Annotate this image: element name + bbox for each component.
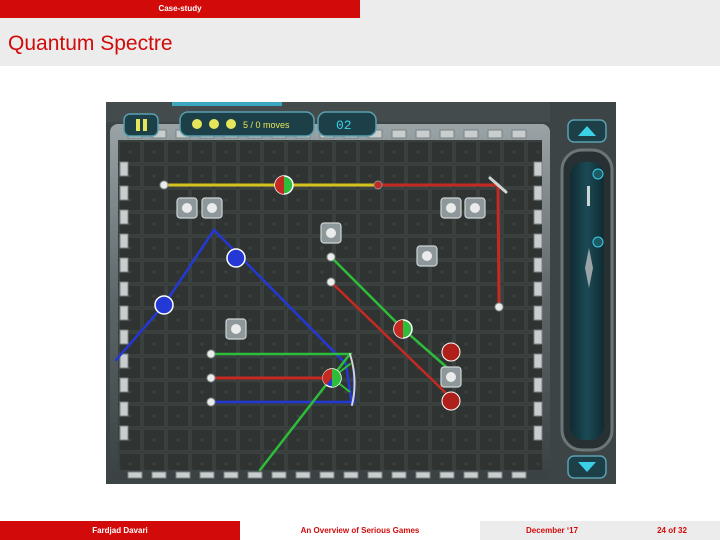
footer-title: An Overview of Serious Games xyxy=(240,521,480,540)
quantum-spectre-game: 5 / 0 moves 02 xyxy=(106,102,616,484)
scroll-up-button[interactable] xyxy=(567,119,607,143)
footer-date: December ‘17 xyxy=(480,521,624,540)
hud-accent xyxy=(172,102,282,106)
star-icon xyxy=(209,119,219,129)
star-icon xyxy=(226,119,236,129)
frame-title: Quantum Spectre xyxy=(8,32,173,55)
puzzle-board xyxy=(118,140,542,470)
moves-panel: 5 / 0 moves xyxy=(179,111,315,137)
level-counter-panel: 02 xyxy=(317,111,377,137)
navigation-bar-right xyxy=(360,0,720,18)
top-navigation-bar: Case-study xyxy=(0,0,720,18)
star-icon xyxy=(192,119,202,129)
pause-icon xyxy=(136,119,140,131)
game-screenshot: 5 / 0 moves 02 xyxy=(106,102,616,484)
footer-author: Fardjad Davari xyxy=(0,521,240,540)
frame-title-bar: Quantum Spectre xyxy=(0,18,720,66)
scroll-down-button[interactable] xyxy=(567,455,607,479)
footer-page-number: 24 of 32 xyxy=(624,521,720,540)
section-label[interactable]: Case-study xyxy=(0,0,360,18)
moves-counter: 5 / 0 moves xyxy=(243,120,290,130)
slide-footer: Fardjad Davari An Overview of Serious Ga… xyxy=(0,521,720,540)
pause-button[interactable] xyxy=(123,113,159,137)
level-counter: 02 xyxy=(336,118,352,133)
